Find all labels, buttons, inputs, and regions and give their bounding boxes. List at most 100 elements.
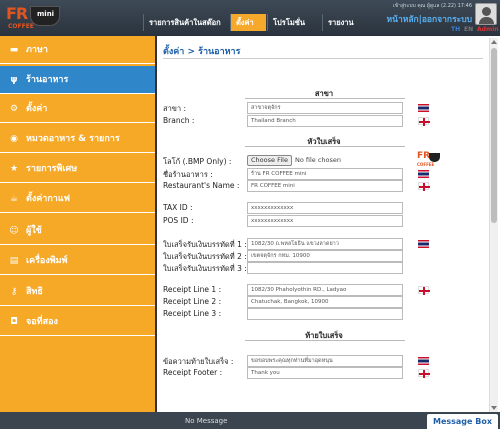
sidebar-item-label: ร้านอาหาร: [26, 75, 69, 85]
footer-th-input[interactable]: ขอขอบพระคุณทุกท่านที่มาอุดหนุน: [247, 355, 403, 367]
thai-flag-icon: ▬: [9, 45, 19, 55]
branch-th-input[interactable]: สาขาจตุจักร: [247, 102, 403, 114]
printer-icon: ▤: [9, 256, 19, 266]
message-box-button[interactable]: Message Box: [427, 414, 498, 429]
lang-th-link[interactable]: TH: [451, 26, 460, 33]
name-th-input[interactable]: ร้าน FR COFFEE mini: [247, 168, 403, 180]
sidebar-item-5[interactable]: ★ รายการพิเศษ: [0, 155, 155, 183]
name-th-label: ชื่อร้านอาหาร :: [163, 170, 213, 179]
monitor-icon: ◘: [10, 317, 18, 327]
tax-id-label: TAX ID :: [163, 203, 193, 212]
footer-en-input[interactable]: Thank you: [247, 367, 403, 379]
avatar[interactable]: [475, 3, 497, 25]
logo-preview-image: FR COFFEE: [417, 151, 441, 169]
receipt-th-3-input[interactable]: [247, 262, 403, 274]
name-en-label: Restaurant's Name :: [163, 181, 240, 190]
choose-file-button[interactable]: Choose File: [247, 155, 292, 166]
plate-icon: ◉: [10, 134, 18, 144]
settings-form: สาขา สาขา : สาขาจตุจักร Branch : Thailan…: [159, 60, 489, 412]
vertical-scrollbar[interactable]: [489, 38, 498, 412]
branch-en-label: Branch :: [163, 116, 195, 125]
logo-label: โลโก้ (.BMP Only) :: [163, 157, 232, 166]
users-icon: ☺: [9, 226, 19, 236]
restaurant-icon: ψ: [10, 75, 18, 85]
coffee-cup-icon: ☕: [9, 194, 19, 204]
section-receipt-header-divider: [245, 146, 405, 147]
sidebar-item-7[interactable]: ☺ ผู้ใช้: [0, 217, 155, 245]
logo-preview-coffee: COFFEE: [417, 162, 435, 167]
logout-link[interactable]: ออกจากระบบ: [422, 15, 472, 25]
top-header: FR mini COFFEE รายการสินค้าในสต๊อก ตั้งค…: [0, 0, 500, 36]
receipt-en-2-input[interactable]: Chatuchak, Bangkok, 10900: [247, 296, 403, 308]
main-panel: ตั้งค่า > ร้านอาหาร สาขา สาขา : สาขาจตุจ…: [159, 36, 500, 412]
receipt-th-1-input[interactable]: 1082/30 ถ.พหลโยธิน แขวงลาดยาว: [247, 238, 403, 250]
receipt-en-3-input[interactable]: [247, 308, 403, 320]
logo-mini-text: mini: [37, 10, 55, 18]
logo-coffee-text: COFFEE: [8, 23, 34, 30]
breadcrumb-divider: [163, 58, 483, 59]
thai-flag-icon: [418, 104, 429, 112]
tax-id-input[interactable]: xxxxxxxxxxxxx: [247, 202, 403, 214]
receipt-th-3-label: ใบเสร็จรับเงินบรรทัดที่ 3 :: [163, 264, 247, 273]
key-icon: ⚷: [10, 287, 18, 297]
status-bar: No Message Message Box: [0, 412, 500, 429]
section-branch-divider: [245, 98, 405, 99]
thai-flag-icon: [418, 170, 429, 178]
branch-en-input[interactable]: Thailand Branch: [247, 115, 403, 127]
sidebar-item-label: หมวดอาหาร & รายการ: [26, 134, 120, 144]
sidebar-item-label: เครื่องพิมพ์: [26, 256, 68, 266]
sidebar-item-3[interactable]: ⚙ ตั้งค่า: [0, 95, 155, 123]
receipt-th-1-label: ใบเสร็จรับเงินบรรทัดที่ 1 :: [163, 240, 247, 249]
logo-cup-icon: mini: [30, 6, 60, 26]
home-link[interactable]: หน้าหลัก: [387, 15, 419, 25]
receipt-en-1-input[interactable]: 1082/30 Phaholyothin RD., Ladyao: [247, 284, 403, 296]
logo-preview-cup-icon: [429, 153, 440, 162]
english-flag-icon: [418, 286, 430, 295]
scroll-down-icon[interactable]: [491, 406, 497, 410]
nav-settings[interactable]: ตั้งค่า: [230, 14, 266, 31]
sidebar-item-label: ตั้งค่ากาแฟ: [26, 194, 70, 204]
sidebar-item-label: รายการพิเศษ: [26, 164, 78, 174]
logo-file-input: Choose File No file chosen: [247, 155, 403, 167]
sidebar-item-10[interactable]: ◘ จอที่สอง: [0, 308, 155, 336]
nav-stock[interactable]: รายการสินค้าในสต๊อก: [143, 14, 229, 31]
receipt-en-3-label: Receipt Line 3 :: [163, 309, 222, 318]
receipt-en-2-label: Receipt Line 2 :: [163, 297, 222, 306]
receipt-en-1-label: Receipt Line 1 :: [163, 285, 222, 294]
lang-en-link[interactable]: EN: [464, 26, 473, 33]
nav-promotion[interactable]: โปรโมชั่น: [267, 14, 321, 31]
sidebar-item-label: ตั้งค่า: [26, 104, 48, 114]
pos-id-label: POS ID :: [163, 216, 194, 225]
avatar-body-icon: [479, 17, 494, 24]
gear-icon: ⚙: [9, 104, 19, 114]
status-message: No Message: [185, 417, 228, 425]
logo-fr-text: FR: [6, 4, 28, 23]
admin-link[interactable]: Admin: [477, 26, 499, 33]
sidebar-item-9[interactable]: ⚷ สิทธิ: [0, 278, 155, 306]
footer-en-label: Receipt Footer :: [163, 368, 223, 377]
nav-report[interactable]: รายงาน: [322, 14, 362, 31]
receipt-th-2-input[interactable]: เขตจตุจักร กทม. 10900: [247, 250, 403, 262]
avatar-head-icon: [482, 7, 491, 16]
scroll-thumb[interactable]: [491, 48, 497, 223]
sidebar-item-2[interactable]: ψ ร้านอาหาร: [0, 66, 155, 94]
pos-id-input[interactable]: xxxxxxxxxxxxx: [247, 215, 403, 227]
thai-flag-icon: [418, 240, 429, 248]
receipt-th-2-label: ใบเสร็จรับเงินบรรทัดที่ 2 :: [163, 252, 247, 261]
sidebar-item-1[interactable]: ▬ ภาษา: [0, 36, 155, 64]
sidebar-item-label: สิทธิ: [26, 287, 43, 297]
app-window: FR mini COFFEE รายการสินค้าในสต๊อก ตั้งค…: [0, 0, 500, 429]
branch-th-label: สาขา :: [163, 104, 187, 113]
user-links: หน้าหลัก|ออกจากระบบ: [387, 12, 472, 26]
sidebar-item-6[interactable]: ☕ ตั้งค่ากาแฟ: [0, 185, 155, 213]
english-flag-icon: [418, 117, 430, 126]
fr-coffee-logo[interactable]: FR mini COFFEE: [6, 4, 70, 34]
scroll-up-icon[interactable]: [491, 40, 497, 44]
english-flag-icon: [418, 369, 430, 378]
name-en-input[interactable]: FR COFFEE mini: [247, 180, 403, 192]
sidebar-item-label: ผู้ใช้: [26, 226, 42, 236]
sidebar-item-4[interactable]: ◉ หมวดอาหาร & รายการ: [0, 125, 155, 153]
star-icon: ★: [9, 164, 19, 174]
sidebar-item-8[interactable]: ▤ เครื่องพิมพ์: [0, 247, 155, 275]
sidebar-item-label: ภาษา: [26, 45, 48, 55]
